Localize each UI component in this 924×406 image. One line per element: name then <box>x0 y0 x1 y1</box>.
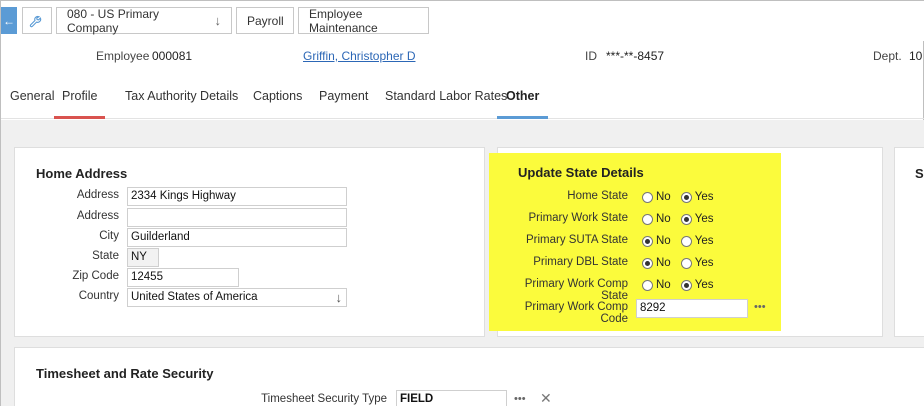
employee-number: 000081 <box>152 49 193 63</box>
no-label: No <box>656 257 671 269</box>
address2-input[interactable] <box>127 208 347 227</box>
radio-selected-icon <box>642 235 653 247</box>
no-label: No <box>656 213 671 225</box>
address1-label: Address <box>76 189 119 201</box>
security-type-label: Timesheet Security Type <box>261 393 387 405</box>
tab-bar: General Profile Tax Authority Details Ca… <box>1 77 924 119</box>
primary-work-comp-state-yes[interactable]: Yes <box>680 279 714 291</box>
primary-work-comp-state-label: Primary Work Comp State <box>524 278 628 302</box>
tab-captions[interactable]: Captions <box>253 89 302 119</box>
tab-tax-authority-details[interactable]: Tax Authority Details <box>125 89 238 119</box>
primary-work-state-yes[interactable]: Yes <box>680 213 714 225</box>
tab-general[interactable]: General <box>10 89 54 119</box>
yes-label: Yes <box>694 235 714 247</box>
update-state-title: Update State Details <box>518 165 644 180</box>
primary-work-state-label: Primary Work State <box>528 212 628 224</box>
radio-icon <box>642 191 653 203</box>
primary-work-comp-state-no[interactable]: No <box>642 279 671 291</box>
yes-label: Yes <box>694 191 714 203</box>
right-panel-title: S <box>915 166 924 181</box>
no-label: No <box>656 191 671 203</box>
radio-icon <box>680 235 692 247</box>
radio-selected-icon <box>680 213 692 225</box>
right-panel: S <box>894 147 924 337</box>
wrench-icon <box>29 15 42 27</box>
country-select[interactable]: United States of America ↓ <box>127 288 347 307</box>
primary-suta-state-yes[interactable]: Yes <box>680 235 714 247</box>
tab-standard-labor-rates[interactable]: Standard Labor Rates <box>385 89 507 119</box>
zip-input[interactable]: 12455 <box>127 268 239 287</box>
breadcrumb-page-label: Employee Maintenance <box>309 6 378 35</box>
chevron-down-icon: ↓ <box>214 13 222 28</box>
id-value: ***-**-8457 <box>606 49 665 63</box>
breadcrumb-payroll-label: Payroll <box>247 13 284 28</box>
arrow-left-icon: ← <box>3 13 15 28</box>
state-label: State <box>92 250 119 262</box>
security-type-input[interactable]: FIELD <box>396 390 507 406</box>
primary-suta-state-label: Primary SUTA State <box>525 234 628 246</box>
primary-work-state-radio-group: No Yes <box>642 213 719 225</box>
primary-work-comp-state-radio-group: No Yes <box>642 279 719 291</box>
radio-selected-icon <box>642 257 653 269</box>
employee-label: Employee <box>96 49 150 63</box>
dept-value: 10 <box>909 49 923 63</box>
close-icon[interactable]: ✕ <box>540 390 552 406</box>
dept-label: Dept. <box>873 49 902 63</box>
no-label: No <box>656 235 671 247</box>
company-selector[interactable]: 080 - US Primary Company ↓ <box>56 6 232 35</box>
state-input[interactable]: NY <box>127 248 159 267</box>
home-address-title: Home Address <box>36 166 128 181</box>
no-label: No <box>656 279 671 291</box>
home-state-no[interactable]: No <box>642 191 671 203</box>
back-button[interactable]: ← <box>1 7 17 34</box>
tab-profile[interactable]: Profile <box>54 89 106 119</box>
primary-dbl-state-no[interactable]: No <box>642 257 671 269</box>
ellipsis-icon[interactable]: ••• <box>754 301 766 313</box>
timesheet-panel: Timesheet and Rate Security Timesheet Se… <box>14 347 924 406</box>
yes-label: Yes <box>694 213 714 225</box>
country-label: Country <box>78 290 119 302</box>
home-state-label: Home State <box>567 190 628 202</box>
tab-profile-label: Profile <box>62 89 98 103</box>
address1-input[interactable]: 2334 Kings Highway <box>127 187 347 206</box>
primary-work-state-no[interactable]: No <box>642 213 671 225</box>
city-input[interactable]: Guilderland <box>127 228 347 247</box>
home-state-yes[interactable]: Yes <box>680 191 714 203</box>
radio-icon <box>642 279 653 291</box>
tools-button[interactable] <box>22 7 52 34</box>
yes-label: Yes <box>694 257 714 269</box>
work-comp-code-input[interactable]: 8292 <box>636 299 748 318</box>
primary-dbl-state-yes[interactable]: Yes <box>680 257 714 269</box>
breadcrumb-employee-maintenance[interactable]: Employee Maintenance <box>298 6 429 35</box>
primary-dbl-state-label: Primary DBL State <box>533 256 628 268</box>
address2-label: Address <box>76 210 119 222</box>
chevron-down-icon: ↓ <box>335 290 343 305</box>
primary-suta-state-radio-group: No Yes <box>642 235 719 247</box>
home-state-radio-group: No Yes <box>642 191 719 203</box>
company-name: 080 - US Primary Company <box>67 6 160 35</box>
tab-other-label: Other <box>506 89 540 103</box>
tab-payment[interactable]: Payment <box>319 89 368 119</box>
employee-name-link[interactable]: Griffin, Christopher D <box>303 49 415 63</box>
city-label: City <box>99 230 119 242</box>
primary-suta-state-no[interactable]: No <box>642 235 671 247</box>
id-label: ID <box>585 49 597 63</box>
timesheet-title: Timesheet and Rate Security <box>36 366 214 381</box>
ellipsis-icon[interactable]: ••• <box>514 393 526 405</box>
tab-other[interactable]: Other <box>497 89 549 119</box>
employee-info-strip: Employee 000081 Griffin, Christopher D I… <box>1 45 924 67</box>
radio-selected-icon <box>680 279 692 291</box>
primary-dbl-state-radio-group: No Yes <box>642 257 719 269</box>
radio-selected-icon <box>680 191 692 203</box>
country-value: United States of America <box>131 291 258 303</box>
yes-label: Yes <box>694 279 714 291</box>
zip-label: Zip Code <box>72 270 119 282</box>
home-address-panel: Home Address Address 2334 Kings Highway … <box>14 147 485 337</box>
radio-icon <box>680 257 692 269</box>
breadcrumb-payroll[interactable]: Payroll <box>236 7 294 34</box>
radio-icon <box>642 213 653 225</box>
work-comp-code-label: Primary Work Comp Code <box>524 301 628 325</box>
breadcrumb-bar: ← 080 - US Primary Company ↓ Payroll Emp… <box>1 1 924 41</box>
